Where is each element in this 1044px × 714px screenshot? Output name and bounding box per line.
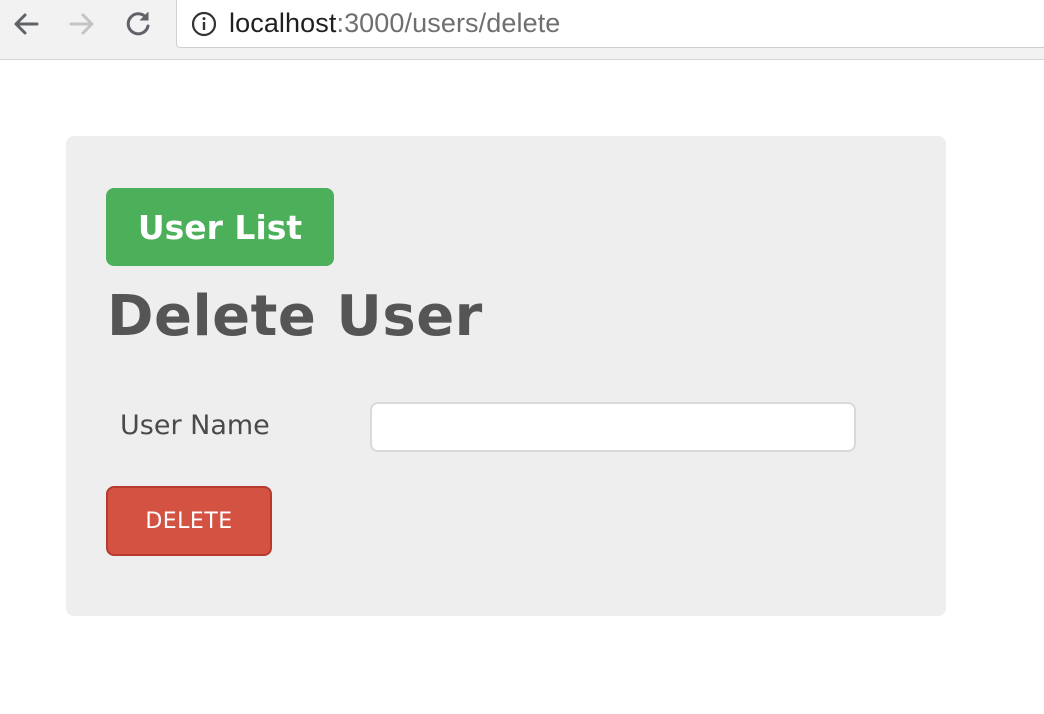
reload-button[interactable] xyxy=(120,6,156,42)
user-list-button[interactable]: User List xyxy=(106,188,334,266)
username-label: User Name xyxy=(120,410,270,441)
url-host: localhost xyxy=(229,8,337,38)
delete-button[interactable]: DELETE xyxy=(106,486,272,556)
back-button[interactable] xyxy=(8,6,44,42)
username-input[interactable] xyxy=(370,402,856,452)
address-bar[interactable]: localhost:3000/users/delete xyxy=(176,0,1044,48)
arrow-right-icon xyxy=(69,13,94,35)
delete-user-panel: User List Delete User User Name DELETE xyxy=(66,136,946,616)
page-title: Delete User xyxy=(107,284,483,349)
url-path: :3000/users/delete xyxy=(336,8,561,38)
info-icon[interactable] xyxy=(191,11,217,37)
url-text[interactable]: localhost:3000/users/delete xyxy=(229,8,560,39)
reload-icon xyxy=(126,12,150,36)
arrow-left-icon xyxy=(14,13,39,35)
browser-toolbar: localhost:3000/users/delete xyxy=(0,0,1044,60)
forward-button[interactable] xyxy=(64,6,100,42)
